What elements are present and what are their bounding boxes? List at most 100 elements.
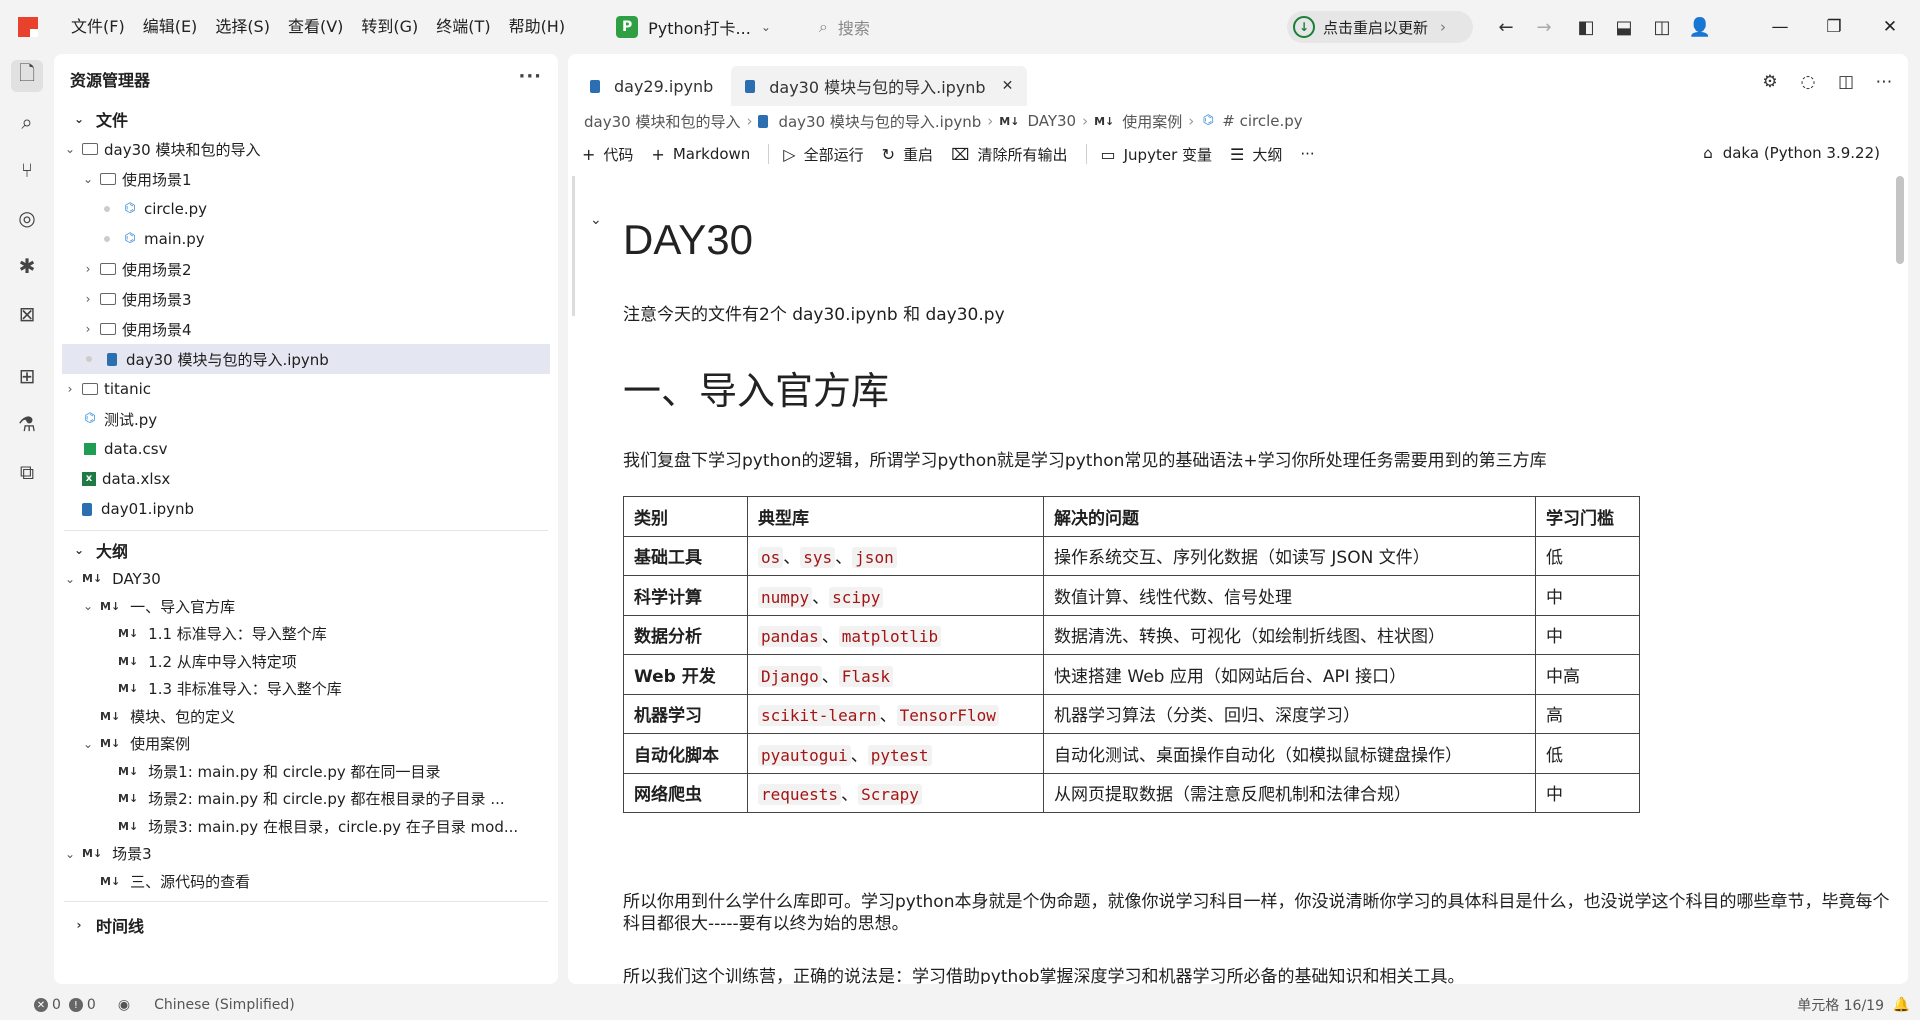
toggle-secondary-sidebar-icon[interactable]: ◫: [1650, 15, 1674, 39]
timeline-section-header[interactable]: › 时间线: [54, 910, 558, 940]
outline-item[interactable]: ⌄ M↓ DAY30: [54, 565, 558, 593]
menu-file[interactable]: 文件(F): [62, 0, 134, 54]
outline-item[interactable]: ⌄ M↓ 一、导入官方库: [54, 593, 558, 621]
search-icon[interactable]: ⌕: [11, 106, 43, 138]
tree-folder-scene2[interactable]: › 使用场景2: [54, 254, 558, 284]
toggle-sidebar-icon[interactable]: ◧: [1574, 15, 1598, 39]
gear-icon[interactable]: ⚙: [1758, 70, 1782, 94]
outline-item[interactable]: M↓ 场景1: main.py 和 circle.py 都在同一目录: [54, 758, 558, 786]
jupyter-variables-button[interactable]: ▭ Jupyter 变量: [1101, 144, 1213, 165]
tree-file-data-csv[interactable]: data.csv: [54, 434, 558, 464]
menu-terminal[interactable]: 终端(T): [427, 0, 499, 54]
profile-selector[interactable]: P Python打卡... ⌄: [608, 11, 779, 43]
explorer-icon[interactable]: 🗋: [11, 60, 43, 92]
list-icon: ☰: [1230, 144, 1245, 164]
clear-outputs-button[interactable]: ⌧ 清除所有输出: [951, 144, 1067, 165]
problems-indicator[interactable]: ✕ 0 ! 0: [34, 997, 96, 1013]
breadcrumb-item[interactable]: DAY30: [1027, 112, 1076, 130]
more-actions-icon[interactable]: ⋯: [1872, 70, 1896, 94]
tree-file-day01-ipynb[interactable]: day01.ipynb: [54, 494, 558, 524]
breadcrumb-item[interactable]: # circle.py: [1222, 112, 1302, 130]
outline-section-header[interactable]: ⌄ 大纲: [54, 535, 558, 565]
list-separator: 、: [835, 548, 853, 569]
tree-folder-scene3[interactable]: › 使用场景3: [54, 284, 558, 314]
run-all-button[interactable]: ▷ 全部运行: [783, 144, 863, 165]
tab-day30[interactable]: day30 模块与包的导入.ipynb ✕: [731, 66, 1028, 106]
source-control-icon[interactable]: ⑂: [11, 154, 43, 186]
debug-icon[interactable]: ✱: [11, 250, 43, 282]
menu-help[interactable]: 帮助(H): [500, 0, 575, 54]
tree-file-test-py[interactable]: ⌬ 测试.py: [54, 404, 558, 434]
cell-position-indicator[interactable]: 单元格 16/19: [1797, 995, 1884, 1015]
tree-file-circle-py[interactable]: ⌬ circle.py: [54, 194, 558, 224]
forward-arrow-icon[interactable]: →: [1532, 15, 1556, 39]
markdown-icon: M↓: [118, 654, 139, 668]
back-arrow-icon[interactable]: ←: [1494, 15, 1518, 39]
tree-folder-day30[interactable]: ⌄ day30 模块和包的导入: [54, 134, 558, 164]
outline-button[interactable]: ☰ 大纲: [1230, 144, 1282, 165]
button-label: Jupyter 变量: [1123, 145, 1212, 164]
kernel-picker[interactable]: ⌂ daka (Python 3.9.22): [1703, 144, 1880, 162]
remote-explorer-icon[interactable]: ◎: [11, 202, 43, 234]
outline-item[interactable]: M↓ 模块、包的定义: [54, 703, 558, 731]
outline-item[interactable]: ⌄ M↓ 使用案例: [54, 730, 558, 758]
outline-item[interactable]: M↓ 1.1 标准导入：导入整个库: [54, 620, 558, 648]
language-indicator[interactable]: Chinese (Simplified): [154, 997, 295, 1013]
menu-view[interactable]: 查看(V): [279, 0, 352, 54]
toolbar-divider: [1085, 144, 1087, 164]
minimize-button[interactable]: —: [1766, 14, 1794, 40]
close-icon[interactable]: ✕: [1002, 78, 1014, 94]
split-editor-icon[interactable]: ◫: [1834, 70, 1858, 94]
remote-window-icon[interactable]: ⧉: [11, 456, 43, 488]
restart-button[interactable]: ↻ 重启: [882, 144, 933, 165]
command-center-search[interactable]: ⌕ 搜索: [819, 15, 1279, 39]
outline-item[interactable]: M↓ 场景2: main.py 和 circle.py 都在根目录的子目录 ...: [54, 785, 558, 813]
more-actions-icon[interactable]: ···: [518, 66, 542, 87]
library-code: TensorFlow: [896, 705, 999, 727]
tree-file-data-xlsx[interactable]: x data.xlsx: [54, 464, 558, 494]
add-markdown-cell-button[interactable]: + Markdown: [651, 145, 750, 164]
category-cell: 自动化脚本: [623, 733, 748, 774]
close-window-button[interactable]: ✕: [1876, 14, 1904, 40]
hide-icon[interactable]: ◌: [1796, 70, 1820, 94]
tree-folder-titanic[interactable]: › titanic: [54, 374, 558, 404]
menu-selection[interactable]: 选择(S): [206, 0, 279, 54]
menu-go[interactable]: 转到(G): [352, 0, 427, 54]
outline-item[interactable]: ⌄ M↓ 场景3: [54, 840, 558, 868]
breadcrumb-item[interactable]: day30 模块和包的导入: [584, 111, 740, 132]
update-button[interactable]: ↓ 点击重启以更新 ›: [1287, 11, 1473, 43]
remote-icon[interactable]: ⊠: [11, 298, 43, 330]
tree-folder-scene4[interactable]: › 使用场景4: [54, 314, 558, 344]
bell-icon[interactable]: 🔔: [1893, 997, 1910, 1013]
breadcrumb-item[interactable]: day30 模块与包的导入.ipynb: [778, 111, 981, 132]
more-toolbar-button[interactable]: ···: [1300, 145, 1314, 163]
chevron-down-icon[interactable]: ⌄: [590, 212, 602, 228]
tree-file-main-py[interactable]: ⌬ main.py: [54, 224, 558, 254]
category-cell: 网络爬虫: [623, 772, 748, 813]
problem-cell: 从网页提取数据（需注意反爬机制和法律合规）: [1043, 772, 1536, 813]
sidebar-title: 资源管理器: [70, 71, 151, 90]
library-cell: numpy、 scipy: [747, 575, 1044, 616]
outline-item[interactable]: M↓ 场景3: main.py 在根目录，circle.py 在子目录 mod..…: [54, 813, 558, 841]
eye-icon[interactable]: ◉: [118, 997, 130, 1013]
outline-item[interactable]: M↓ 1.3 非标准导入：导入整个库: [54, 675, 558, 703]
outline-item[interactable]: M↓ 1.2 从库中导入特定项: [54, 648, 558, 676]
add-code-cell-button[interactable]: + 代码: [582, 144, 633, 165]
outline-item[interactable]: M↓ 三、源代码的查看: [54, 868, 558, 896]
toggle-panel-icon[interactable]: ⬓: [1612, 15, 1636, 39]
tree-file-day30-ipynb[interactable]: day30 模块与包的导入.ipynb: [62, 344, 550, 374]
files-section-header[interactable]: ⌄ 文件: [54, 104, 558, 134]
tree-folder-scene1[interactable]: ⌄ 使用场景1: [54, 164, 558, 194]
testing-icon[interactable]: ⚗: [11, 408, 43, 440]
chevron-down-icon: ⌄: [760, 20, 771, 34]
restore-button[interactable]: ❐: [1820, 14, 1848, 40]
scrollbar-thumb[interactable]: [1896, 176, 1904, 264]
menu-edit[interactable]: 编辑(E): [134, 0, 207, 54]
extensions-icon[interactable]: ⊞: [11, 360, 43, 392]
account-icon[interactable]: 👤: [1688, 15, 1712, 39]
breadcrumb-item[interactable]: 使用案例: [1122, 111, 1182, 132]
library-code: pyautogui: [758, 744, 851, 766]
category-cell: 机器学习: [623, 693, 748, 734]
error-count: 0: [52, 997, 61, 1013]
tab-day29[interactable]: day29.ipynb: [576, 66, 727, 106]
